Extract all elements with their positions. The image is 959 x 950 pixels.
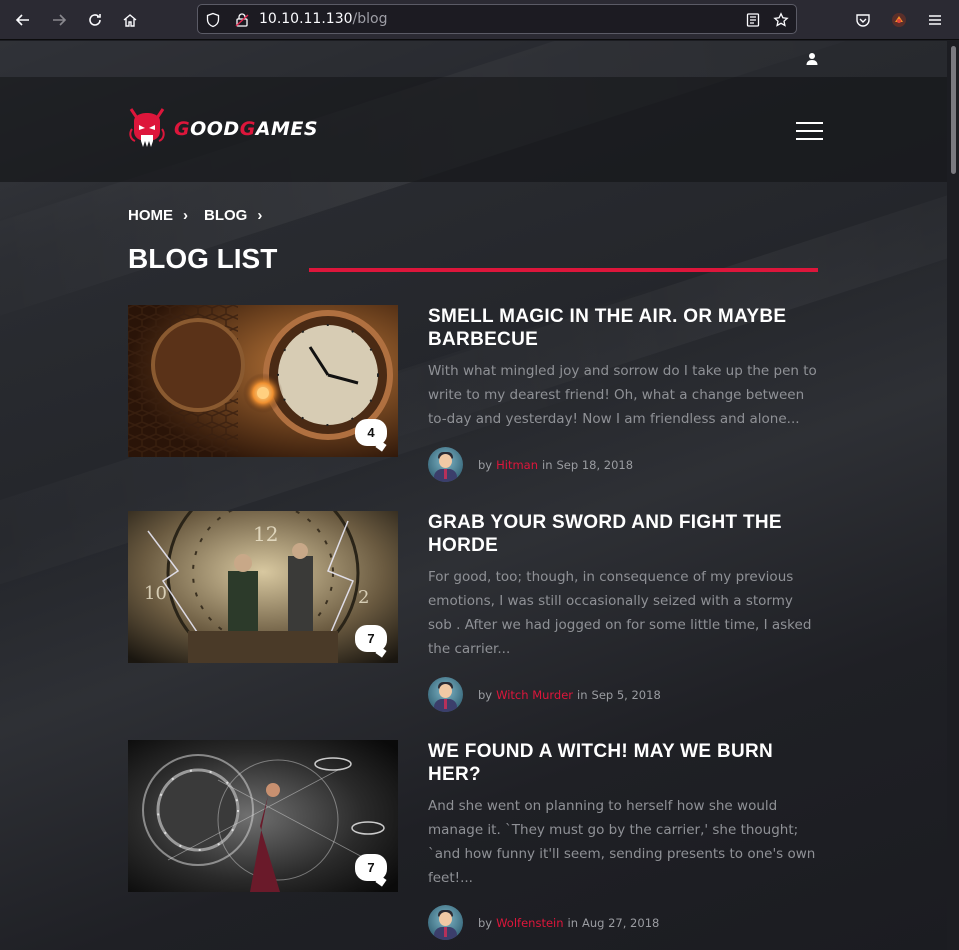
post-title[interactable]: WE FOUND A WITCH! MAY WE BURN HER? [428,740,818,786]
user-icon[interactable] [805,52,819,66]
pocket-button[interactable] [849,6,877,34]
url-path: /blog [352,11,388,27]
hamburger-menu-icon [929,15,941,25]
post-title[interactable]: GRAB YOUR SWORD AND FIGHT THE HORDE [428,511,818,557]
svg-text:2: 2 [358,587,369,608]
comment-count-badge[interactable]: 4 [355,419,387,446]
post-meta: by Hitman in Sep 18, 2018 [428,447,633,482]
logo-letters: AMES [255,118,319,140]
post-meta: by Wolfenstein in Aug 27, 2018 [428,905,659,940]
post-date: Sep 18, 2018 [556,457,634,472]
post-thumbnail[interactable]: 10 2 12 7 [128,511,398,663]
logo-wordmark: GOODGAMES [174,118,318,140]
reload-button[interactable] [81,6,109,34]
breadcrumb: HOME › BLOG › [128,207,278,224]
meta-by: by [478,687,493,702]
arrow-left-icon [15,14,29,26]
demon-skull-icon [129,108,165,147]
svg-text:10: 10 [144,583,167,604]
meta-in: in [577,687,588,702]
author-avatar[interactable] [428,677,463,712]
home-button[interactable] [116,6,144,34]
author-avatar[interactable] [428,905,463,940]
meta-in: in [567,915,578,930]
menu-button[interactable] [921,6,949,34]
chevron-right-icon: › [183,207,188,224]
bookmark-star-icon[interactable] [773,12,789,28]
page-title: BLOG LIST [128,243,278,274]
logo-letter: G [239,118,256,140]
reader-view-icon[interactable] [745,12,761,28]
breadcrumb-blog[interactable]: BLOG [204,207,247,224]
back-button[interactable] [9,6,37,34]
page-viewport: GOODGAMES HOME › BLOG › BLOG LIST 4 SMEL… [0,41,947,950]
site-logo[interactable]: GOODGAMES [128,107,318,151]
svg-text:12: 12 [253,522,278,546]
shield-icon[interactable] [205,12,221,28]
insecure-lock-icon[interactable] [234,12,250,28]
post-date: Aug 27, 2018 [582,915,660,930]
post-date: Sep 5, 2018 [591,687,661,702]
burger-line [796,122,823,124]
extension-button[interactable] [885,6,913,34]
meta-by: by [478,457,493,472]
reload-icon [89,14,101,26]
post-thumbnail[interactable]: 4 [128,305,398,457]
url-host: 10.10.11.130 [259,11,353,27]
post-excerpt: With what mingled joy and sorrow do I ta… [428,363,817,427]
post-meta: by Witch Murder in Sep 5, 2018 [428,677,661,712]
comment-count-badge[interactable]: 7 [355,854,387,881]
site-header: GOODGAMES [0,77,947,182]
nav-menu-toggle[interactable] [796,122,823,140]
post-author-link[interactable]: Wolfenstein [496,916,563,930]
logo-letter: G [174,118,191,140]
post-author-link[interactable]: Hitman [496,458,538,472]
address-bar[interactable]: 10.10.11.130/blog [197,4,797,34]
post-author-link[interactable]: Witch Murder [496,688,573,702]
page-scrollbar[interactable] [947,41,959,950]
burger-line [796,130,823,132]
breadcrumb-home[interactable]: HOME [128,207,173,224]
post-thumbnail[interactable]: 7 [128,740,398,892]
burger-line [796,138,823,140]
author-avatar[interactable] [428,447,463,482]
arrow-right-icon [53,14,67,26]
logo-letters: OOD [190,118,240,140]
post-title[interactable]: SMELL MAGIC IN THE AIR. OR MAYBE BARBECU… [428,305,818,351]
post-excerpt: For good, too; though, in consequence of… [428,569,812,657]
extension-icon [892,13,906,27]
forward-button[interactable] [45,6,73,34]
browser-toolbar: 10.10.11.130/blog [0,0,959,40]
home-icon [123,14,137,27]
comment-count-badge[interactable]: 7 [355,625,387,652]
top-bar [0,41,947,77]
chevron-right-icon: › [257,207,263,224]
pocket-icon [856,14,870,27]
post-excerpt: And she went on planning to herself how … [428,798,816,886]
title-divider [309,268,818,272]
scrollbar-thumb[interactable] [951,46,956,174]
url-text: 10.10.11.130/blog [259,11,387,27]
meta-by: by [478,915,493,930]
meta-in: in [542,457,553,472]
